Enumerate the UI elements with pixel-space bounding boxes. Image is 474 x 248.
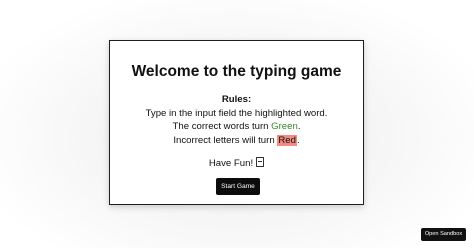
rules-section: Rules: Type in the input field the highl… [110,93,363,147]
rule-line-3: Incorrect letters will turn Red. [110,134,363,148]
box-glyph-icon [256,157,265,167]
rule-3-suffix: . [296,134,300,146]
rule-3-prefix: Incorrect letters will turn [173,134,278,146]
open-sandbox-button[interactable]: Open Sandbox [421,228,466,241]
rule-line-1: Type in the input field the highlighted … [145,107,328,119]
rule-2-suffix: . [297,121,301,132]
green-word: Green [271,121,298,132]
welcome-modal: Welcome to the typing game Rules: Type i… [109,40,364,205]
start-game-button[interactable]: Start Game [216,178,260,195]
have-fun-line: Have Fun! [110,157,363,170]
rule-2-prefix: The correct words turn [172,121,272,132]
modal-title: Welcome to the typing game [131,63,342,80]
rules-heading: Rules: [221,94,252,105]
rule-line-2: The correct words turn Green. [110,120,363,134]
have-fun-text: Have Fun! [208,158,254,169]
red-word: Red [277,134,297,146]
